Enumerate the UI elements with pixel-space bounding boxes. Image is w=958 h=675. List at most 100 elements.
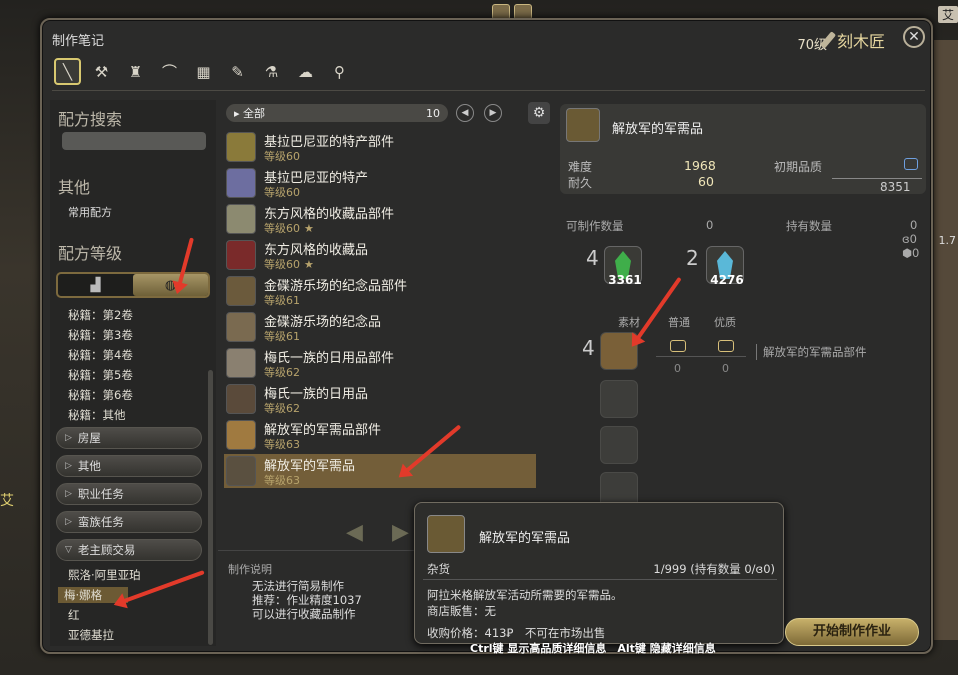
recipe-row[interactable]: 东方风格的收藏品 等级60 ★	[224, 238, 536, 272]
item-name: 解放军的军需品	[612, 122, 704, 137]
hq-count: 0	[722, 362, 729, 375]
grade-title: 配方等级	[58, 244, 123, 263]
nq-header: 普通	[668, 316, 690, 329]
window-title: 制作笔记	[52, 34, 105, 49]
category-job-quests[interactable]: ▷ 职业任务	[56, 483, 202, 505]
hq-checkbox[interactable]	[718, 340, 734, 352]
chevron-down-icon: ▽	[65, 545, 72, 555]
recipe-level-text: 等级62	[264, 366, 300, 379]
carpenter-icon[interactable]: ╲	[54, 58, 81, 85]
tooltip-stock: 1/999 (持有数量 0/ɞ0)	[653, 561, 775, 577]
chevron-right-icon: ▷	[65, 489, 72, 499]
blacksmith-icon[interactable]: ⚒	[88, 58, 115, 85]
owned-label: 持有数量	[786, 219, 832, 233]
recipe-row[interactable]: 基拉巴尼亚的特产 等级60	[224, 166, 536, 200]
list-prev-arrow-icon[interactable]: ◀	[346, 520, 363, 545]
category-custom-deliveries[interactable]: ▽ 老主顾交易	[56, 539, 202, 561]
recipe-level: 等级60	[264, 148, 300, 164]
owned-collect-value: 0	[912, 246, 920, 260]
gear-icon[interactable]: ⚙	[528, 102, 550, 124]
difficulty-label: 难度	[568, 160, 593, 174]
key-hint: Ctrl键 显示高品质详细信息 Alt键 隐藏详细信息	[470, 642, 716, 655]
recipe-item-icon	[226, 204, 256, 234]
recipe-level: 等级62	[264, 364, 300, 380]
weaver-icon[interactable]: ✎	[224, 58, 251, 85]
quality-checkbox[interactable]	[904, 158, 918, 170]
recipe-row[interactable]: 梅氏一族的日用品 等级62	[224, 382, 536, 416]
crystal-need: 2	[686, 246, 699, 270]
ice-crystal-slot[interactable]: 4276	[706, 246, 744, 287]
client-item[interactable]: 红	[68, 607, 80, 623]
desc-title: 制作说明	[228, 563, 272, 576]
tooltip-item-type: 杂货	[427, 562, 450, 576]
owned-value: 0	[910, 218, 918, 232]
recipe-level: 等级60 ★	[264, 256, 314, 272]
book-item[interactable]: 秘籍：其他	[68, 407, 126, 423]
nq-checkbox[interactable]	[670, 340, 686, 352]
book-item[interactable]: 秘籍：第3卷	[68, 327, 133, 343]
alchemist-icon[interactable]: ⚗	[258, 58, 285, 85]
crystal-have: 3361	[608, 273, 642, 287]
material-slot-empty	[600, 426, 638, 464]
background-wall	[934, 40, 958, 640]
tooltip-item-name: 解放军的军需品	[479, 531, 571, 546]
prev-page-icon[interactable]: ◀	[456, 104, 474, 122]
recipe-row[interactable]: 东方风格的收藏品部件 等级60 ★	[224, 202, 536, 236]
crystal-have: 4276	[710, 273, 744, 287]
quality-divider	[832, 178, 922, 179]
book-item[interactable]: 秘籍：第5卷	[68, 367, 133, 383]
initial-quality-label: 初期品质	[774, 160, 823, 174]
goldsmith-icon[interactable]: ⌒	[156, 58, 183, 85]
list-next-arrow-icon[interactable]: ▶	[392, 520, 409, 545]
recipe-row[interactable]: 金碟游乐场的纪念品 等级61	[224, 310, 536, 344]
recipe-level-text: 等级63	[264, 438, 300, 451]
book-item[interactable]: 秘籍：第6卷	[68, 387, 133, 403]
recipe-search-input[interactable]	[62, 132, 206, 150]
search-icon[interactable]: ⚲	[326, 58, 353, 85]
category-label: 房屋	[77, 431, 101, 445]
recipe-level-text: 等级60	[264, 258, 300, 271]
category-housing[interactable]: ▷ 房屋	[56, 427, 202, 449]
recipe-filter-dropdown[interactable]: ▸ 全部 10	[226, 104, 448, 122]
left-scrollbar[interactable]	[208, 370, 213, 645]
recipe-level-text: 等级61	[264, 294, 300, 307]
common-recipes-item[interactable]: 常用配方	[68, 204, 112, 220]
recipe-level: 等级60 ★	[264, 220, 314, 236]
durability-value: 60	[698, 174, 714, 189]
client-item[interactable]: 亚德基拉	[68, 627, 114, 643]
culinarian-icon[interactable]: ☁	[292, 58, 319, 85]
recipe-level: 等级60	[264, 184, 300, 200]
recipe-row[interactable]: 解放军的军需品 等级63	[224, 454, 536, 488]
filter-label: ▸ 全部	[234, 107, 266, 120]
recipe-item-icon	[226, 312, 256, 342]
recipe-row[interactable]: 解放军的军需品部件 等级63	[224, 418, 536, 452]
recipe-level-text: 等级61	[264, 330, 300, 343]
toolbar-divider	[52, 90, 925, 91]
book-item[interactable]: 秘籍：第4卷	[68, 347, 133, 363]
next-page-icon[interactable]: ▶	[484, 104, 502, 122]
client-item[interactable]: 熙洛·阿里亚珀	[68, 567, 141, 583]
category-beast-tribe[interactable]: ▷ 蛮族任务	[56, 511, 202, 533]
chevron-right-icon: ▷	[65, 461, 72, 471]
recipe-level-text: 等级62	[264, 402, 300, 415]
chevron-right-icon: ▷	[65, 517, 72, 527]
leatherworker-icon[interactable]: ▦	[190, 58, 217, 85]
job-label: 刻木匠	[836, 32, 885, 51]
armorer-icon[interactable]: ♜	[122, 58, 149, 85]
stairs-icon[interactable]: ▟	[58, 274, 133, 296]
book-item[interactable]: 秘籍：第2卷	[68, 307, 133, 323]
wind-crystal-slot[interactable]: 3361	[604, 246, 642, 287]
tooltip-market: 不可在市场出售	[524, 626, 606, 640]
material-need: 4	[582, 336, 595, 360]
start-crafting-button[interactable]: 开始制作作业	[785, 618, 919, 646]
recipe-item-icon	[226, 384, 256, 414]
close-button[interactable]: ✕	[903, 26, 925, 48]
recipe-row[interactable]: 金碟游乐场的纪念品部件 等级61	[224, 274, 536, 308]
recipe-item-icon	[226, 420, 256, 450]
recipe-row[interactable]: 基拉巴尼亚的特产部件 等级60	[224, 130, 536, 164]
class-toolbar: ╲ ⚒ ♜ ⌒ ▦ ✎ ⚗ ☁ ⚲	[54, 58, 353, 85]
recipe-row[interactable]: 梅氏一族的日用品部件 等级62	[224, 346, 536, 380]
desc-line: 可以进行收藏品制作	[252, 607, 356, 621]
search-title: 配方搜索	[58, 110, 123, 129]
category-other[interactable]: ▷ 其他	[56, 455, 202, 477]
